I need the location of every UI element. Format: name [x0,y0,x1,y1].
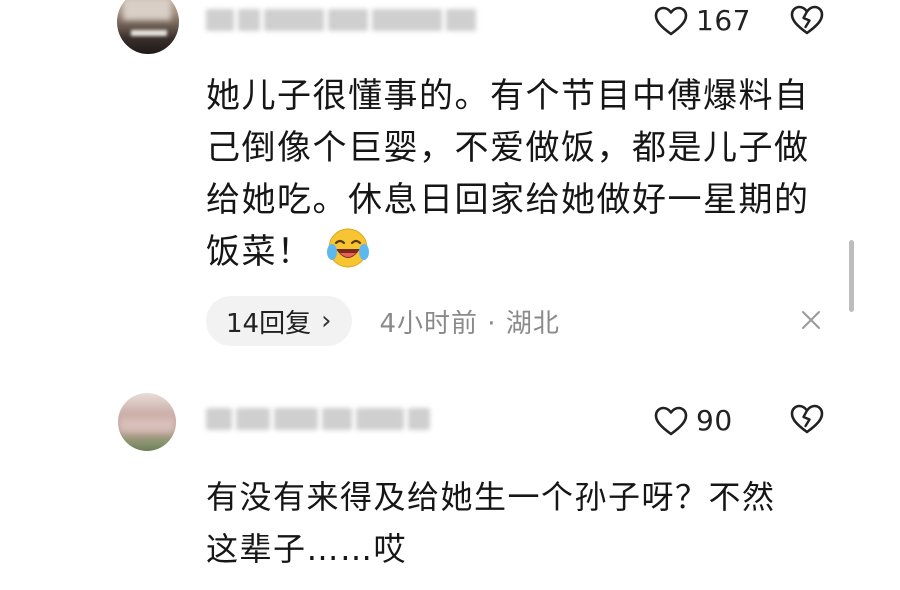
comment-meta: 4小时前 · 湖北 [379,308,560,339]
comment-item: 90 有没有来得及给她生一个孙子呀？不然 这辈子……哎 [0,380,900,590]
laughing-crying-emoji [326,228,369,268]
broken-heart-icon [790,5,824,35]
like-button[interactable]: 167 [654,4,751,37]
broken-heart-icon [790,404,824,434]
avatar[interactable] [117,0,179,54]
comment-text: 有没有来得及给她生一个孙子呀？不然 这辈子……哎 [206,471,846,575]
username-blurred[interactable] [206,408,430,430]
heart-outline-icon [654,406,688,435]
like-button[interactable]: 90 [654,404,733,437]
username-blurred[interactable] [206,9,476,31]
comment-line: 己倒像个巨婴，不爱做饭，都是儿子做 [206,128,810,168]
view-replies-button[interactable]: 14回复 › [206,296,352,346]
chevron-right-icon: › [321,306,332,336]
comment-line: 给她吃。休息日回家给她做好一星期的 [206,180,810,220]
comment-line: 饭菜！ [206,226,846,278]
comment-text: 她儿子很懂事的。有个节目中傅爆料自 己倒像个巨婴，不爱做饭，都是儿子做 给她吃。… [206,70,846,278]
comment-line: 有没有来得及给她生一个孙子呀？不然 [206,478,776,516]
close-icon[interactable] [800,309,822,335]
replies-label: 14回复 [226,308,312,339]
comment-line: 她儿子很懂事的。有个节目中傅爆料自 [206,76,810,116]
heart-outline-icon [654,6,688,35]
like-count: 167 [696,4,751,37]
comment-footer: 14回复 › 4小时前 · 湖北 [206,296,560,346]
comment-line: 这辈子……哎 [206,530,408,568]
like-count: 90 [696,404,733,437]
avatar[interactable] [118,393,176,451]
comment-item: 167 她儿子很懂事的。有个节目中傅爆料自 己倒像个巨婴，不爱做饭，都是儿子做 … [0,0,900,360]
dislike-button[interactable] [790,5,824,35]
dislike-button[interactable] [790,404,824,434]
